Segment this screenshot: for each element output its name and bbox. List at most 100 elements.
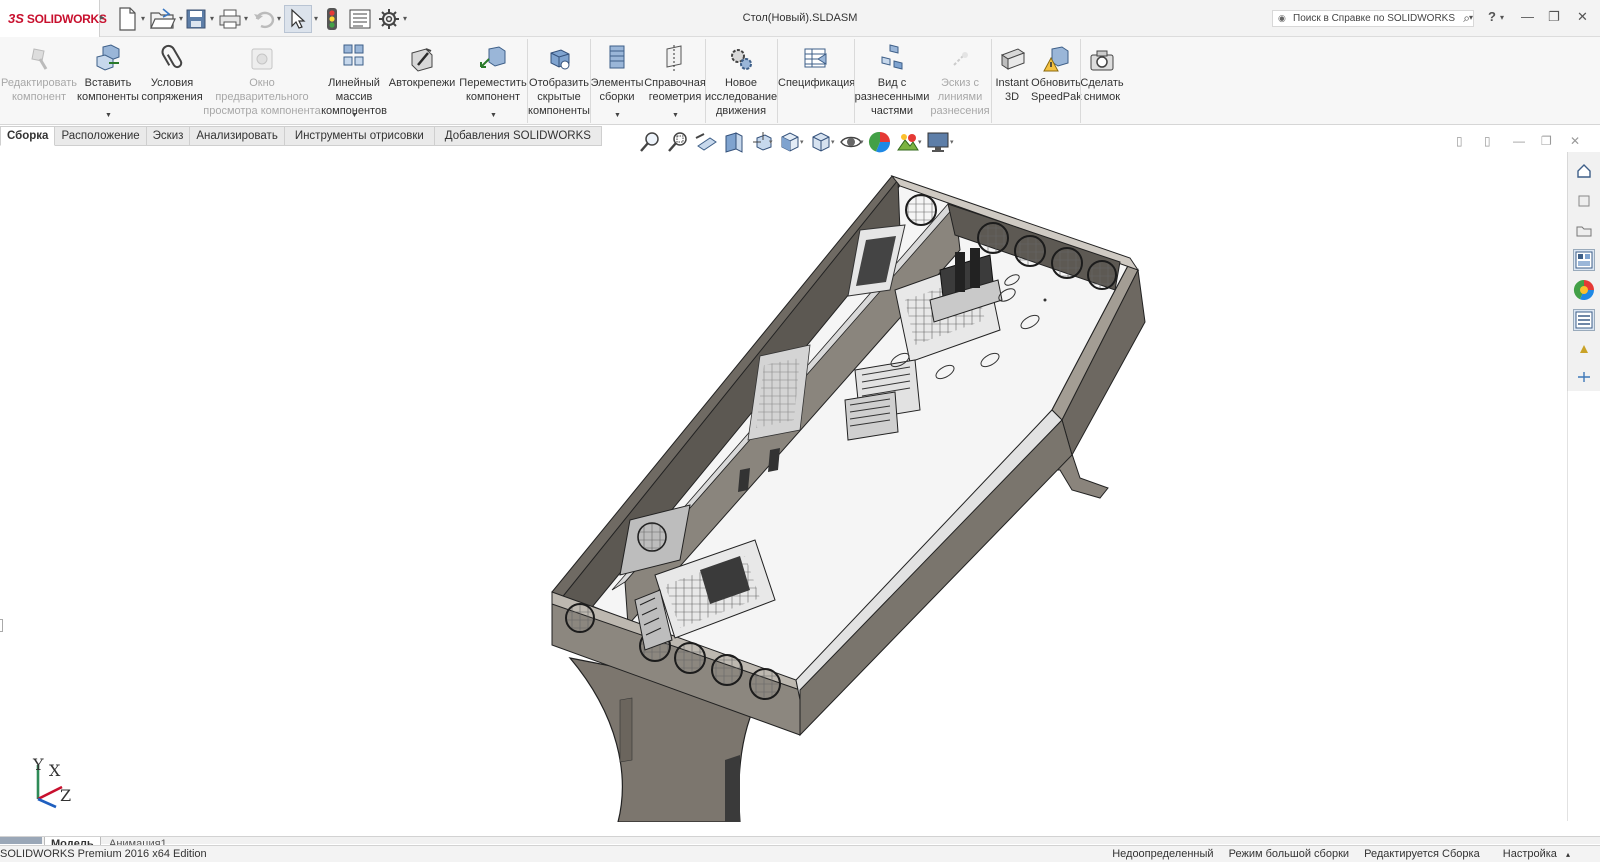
title-bar: 3S SOLIDWORKS ▸ ▾ ▾ ▾ ▾ ▾ ▾ ▾ Стол(Новый… [0, 0, 1600, 37]
assembly-model-desk[interactable] [0, 146, 1566, 823]
tab-assembly[interactable]: Сборка [0, 126, 56, 146]
component-preview-label: Окно предварительного просмотра компонен… [203, 77, 321, 117]
status-bar: SOLIDWORKS Premium 2016 x64 Edition Недо… [0, 845, 1600, 862]
solidworks-logo[interactable]: 3S SOLIDWORKS [0, 0, 107, 37]
smart-fasteners-button[interactable]: Автокрепежи [386, 37, 458, 125]
help-dropdown-icon[interactable]: ▾ [1500, 13, 1504, 22]
tab-evaluate[interactable]: Анализировать [190, 126, 285, 146]
bom-button[interactable]: Спецификация [778, 37, 856, 125]
design-library-icon[interactable] [1573, 190, 1595, 212]
move-component-label: Переместить компонент [459, 77, 527, 103]
take-snapshot-label: Сделать снимок [1080, 77, 1124, 103]
custom-properties-icon[interactable] [1573, 309, 1595, 331]
component-preview-window-button[interactable]: Окно предварительного просмотра компонен… [203, 37, 321, 125]
solidworks-resources-home-icon[interactable] [1573, 160, 1595, 182]
customize-dropdown-icon[interactable]: ▴ [1566, 850, 1600, 859]
solidworks-forum-icon[interactable] [1573, 338, 1595, 360]
explode-line-sketch-label: Эскиз с линиями разнесения [930, 77, 990, 117]
view-palette-icon[interactable] [1573, 249, 1595, 271]
move-component-icon [458, 41, 528, 73]
instant3d-label: Instant 3D [995, 77, 1029, 103]
linear-pattern-dropdown-icon[interactable]: ▼ [351, 109, 358, 123]
mate-label: Условия сопряжения [141, 77, 203, 103]
undo-dropdown-icon[interactable]: ▾ [277, 14, 281, 23]
update-speedpak-button[interactable]: Обновить SpeedPak [1031, 37, 1082, 125]
camera-snapshot-icon [1080, 41, 1124, 73]
smart-fasteners-label: Автокрепежи [388, 77, 456, 89]
command-manager: Редактировать компонент Вставить компоне… [0, 37, 1600, 125]
print-dropdown-icon[interactable]: ▾ [244, 14, 248, 23]
status-underdefined: Недоопределенный [1112, 848, 1214, 860]
help-search-input[interactable]: ◉ Поиск в Справке по SOLIDWORKS ⌕ [1272, 10, 1474, 27]
graphics-viewport[interactable] [0, 146, 1566, 823]
logo-text: SOLIDWORKS [26, 11, 107, 26]
print-icon[interactable] [217, 5, 243, 33]
exploded-view-button[interactable]: Вид с разнесенными частями [854, 37, 930, 125]
select-pointer-icon[interactable] [284, 5, 312, 33]
close-icon[interactable]: ✕ [1577, 9, 1588, 25]
take-snapshot-button[interactable]: Сделать снимок [1080, 37, 1124, 125]
bom-label: Спецификация [778, 77, 856, 89]
options-dropdown-icon[interactable]: ▾ [403, 14, 407, 23]
restore-icon[interactable]: ❐ [1548, 9, 1560, 25]
new-motion-study-label: Новое исследование движения [705, 77, 778, 117]
insert-components-dropdown-icon[interactable]: ▼ [105, 109, 112, 123]
task-pane [1567, 152, 1600, 391]
tab-layout[interactable]: Расположение [55, 126, 147, 146]
select-dropdown-icon[interactable]: ▾ [314, 14, 318, 23]
save-icon[interactable] [184, 5, 208, 33]
exploded-view-label: Вид с разнесенными частями [854, 77, 930, 117]
search-scope-icon[interactable]: ◉ [1278, 13, 1286, 24]
assembly-features-button[interactable]: Элементы сборки ▼ [590, 37, 644, 125]
help-menu-button[interactable]: ? [1488, 9, 1496, 24]
open-dropdown-icon[interactable]: ▾ [179, 14, 183, 23]
customize-button[interactable]: Настройка [1489, 848, 1563, 860]
new-document-icon[interactable] [115, 5, 139, 33]
view-orientation-dropdown-icon[interactable]: ▾ [800, 138, 804, 146]
move-component-dropdown-icon[interactable]: ▼ [490, 109, 497, 123]
task-pane-edge [1567, 391, 1600, 821]
instant3d-button[interactable]: Instant 3D [991, 37, 1033, 125]
move-component-button[interactable]: Переместить компонент ▼ [458, 37, 528, 125]
pdm-search-icon[interactable] [1573, 366, 1595, 388]
hide-show-dropdown-icon[interactable]: ▾ [860, 138, 864, 146]
undo-icon[interactable] [252, 5, 276, 33]
tab-solidworks-addins[interactable]: Добавления SOLIDWORKS [434, 126, 602, 146]
file-explorer-icon[interactable] [1573, 220, 1595, 242]
minimize-icon[interactable]: — [1521, 9, 1534, 24]
motion-study-gears-icon [705, 41, 777, 73]
tab-sketch[interactable]: Эскиз [146, 126, 191, 146]
open-folder-icon[interactable] [148, 5, 178, 33]
reference-geometry-label: Справочная геометрия [644, 77, 706, 103]
search-dropdown-icon[interactable]: ▾ [1469, 13, 1473, 22]
appearances-scenes-icon[interactable] [1573, 279, 1595, 301]
new-dropdown-icon[interactable]: ▾ [141, 14, 145, 23]
triad-x-label: X [49, 761, 61, 780]
new-motion-study-button[interactable]: Новое исследование движения [705, 37, 777, 125]
tab-scroll-arrows[interactable] [0, 837, 42, 844]
mate-button[interactable]: Условия сопряжения [139, 37, 205, 125]
options-gear-icon[interactable] [376, 5, 402, 33]
tab-markup[interactable]: Инструменты отрисовки [284, 126, 435, 146]
reference-geometry-button[interactable]: Справочная геометрия ▼ [644, 37, 706, 125]
rebuild-traffic-light-icon[interactable] [324, 5, 340, 33]
show-hidden-components-button[interactable]: Отобразить скрытые компоненты [528, 37, 590, 125]
file-properties-icon[interactable] [347, 5, 373, 33]
assembly-features-dropdown-icon[interactable]: ▼ [614, 109, 621, 123]
insert-components-icon [75, 41, 141, 73]
logo-menu-arrow-icon[interactable]: ▸ [100, 12, 105, 23]
assembly-features-icon [590, 41, 644, 73]
annotation-views-dropdown-icon[interactable]: ▾ [769, 138, 773, 146]
save-dropdown-icon[interactable]: ▾ [210, 14, 214, 23]
viewport-close-icon[interactable]: ✕ [1570, 134, 1580, 148]
view-settings-dropdown-icon[interactable]: ▾ [950, 138, 954, 146]
help-search-placeholder: Поиск в Справке по SOLIDWORKS [1293, 13, 1456, 24]
insert-components-button[interactable]: Вставить компоненты ▼ [75, 37, 141, 125]
display-style-dropdown-icon[interactable]: ▾ [831, 138, 835, 146]
explode-line-sketch-button[interactable]: Эскиз с линиями разнесения [928, 37, 992, 125]
edit-component-button[interactable]: Редактировать компонент [0, 37, 78, 125]
reference-geometry-dropdown-icon[interactable]: ▼ [672, 109, 679, 123]
apply-scene-dropdown-icon[interactable]: ▾ [918, 138, 922, 146]
feature-tree-collapse-handle[interactable] [0, 619, 3, 632]
linear-pattern-button[interactable]: Линейный массив компонентов ▼ [320, 37, 388, 125]
